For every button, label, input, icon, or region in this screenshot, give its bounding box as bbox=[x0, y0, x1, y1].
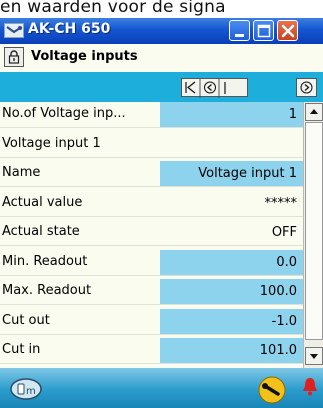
next-icon bbox=[300, 81, 313, 94]
parameter-label: Max. Readout bbox=[2, 283, 92, 298]
scroll-thumb[interactable] bbox=[305, 122, 323, 340]
minimize-icon bbox=[235, 34, 244, 37]
parameter-row[interactable]: Cut out -1.0 bbox=[0, 308, 303, 335]
window-title: AK-CH 650 bbox=[28, 21, 111, 37]
parameter-value-field[interactable]: 100.0 bbox=[160, 279, 303, 304]
parameter-label: No.of Voltage inp... bbox=[2, 106, 126, 121]
title-bar[interactable]: AK-CH 650 bbox=[0, 18, 323, 44]
scroll-up-button[interactable] bbox=[305, 103, 323, 121]
parameter-row: Voltage input 1 bbox=[0, 132, 303, 158]
service-wrench-icon[interactable] bbox=[257, 375, 287, 405]
parameter-row[interactable]: Cut in 101.0 bbox=[0, 338, 303, 364]
scroll-down-button[interactable] bbox=[305, 347, 323, 365]
minimize-button[interactable] bbox=[229, 20, 250, 41]
scrollbar[interactable] bbox=[303, 102, 323, 368]
toolbar: Voltage inputs bbox=[0, 44, 323, 72]
parameter-label: Actual state bbox=[2, 224, 80, 239]
lock-button[interactable] bbox=[4, 47, 24, 67]
parameter-list: No.of Voltage inp... 1 Voltage input 1 Name… bbox=[0, 102, 303, 368]
app-icon bbox=[4, 23, 24, 38]
previous-icon[interactable] bbox=[201, 79, 219, 96]
alarm-bell-icon[interactable] bbox=[301, 377, 319, 397]
parameter-row: Actual state OFF bbox=[0, 220, 303, 246]
arrow-up-icon bbox=[310, 109, 318, 114]
operator-icon[interactable]: m bbox=[9, 377, 43, 401]
parameter-row[interactable]: Max. Readout 100.0 bbox=[0, 279, 303, 305]
parameter-row[interactable]: Min. Readout 0.0 bbox=[0, 249, 303, 276]
svg-text:m: m bbox=[26, 386, 36, 397]
app-window: AK-CH 650 Voltage inputs No.of Voltage i… bbox=[0, 18, 323, 408]
first-icon[interactable] bbox=[182, 79, 200, 96]
maximize-icon bbox=[257, 24, 271, 38]
navigation-group bbox=[181, 78, 248, 98]
screen-title: Voltage inputs bbox=[31, 49, 138, 64]
parameter-value-field[interactable]: -1.0 bbox=[160, 308, 303, 334]
parameter-label: Min. Readout bbox=[2, 253, 88, 269]
parameter-label: Actual value bbox=[2, 194, 83, 210]
parameter-value: OFF bbox=[271, 225, 297, 240]
close-button[interactable] bbox=[277, 20, 298, 41]
status-bar: m bbox=[0, 368, 323, 408]
parameter-row[interactable]: Name Voltage input 1 bbox=[0, 161, 303, 187]
parameter-label: Name bbox=[2, 165, 41, 180]
parameter-label: Cut out bbox=[2, 312, 50, 328]
parameter-value-field[interactable]: 0.0 bbox=[160, 249, 303, 275]
parameter-value-field[interactable]: Voltage input 1 bbox=[160, 161, 303, 186]
parameter-value-field[interactable]: 1 bbox=[160, 102, 303, 127]
parameter-value-field[interactable]: 101.0 bbox=[160, 338, 303, 363]
caption-text: en waarden voor de signa bbox=[0, 0, 226, 17]
parameter-label: Cut in bbox=[2, 342, 41, 357]
parameter-value: ***** bbox=[264, 195, 298, 211]
close-icon bbox=[281, 24, 295, 38]
navigation-bar bbox=[0, 72, 323, 102]
parameter-row[interactable]: No.of Voltage inp... 1 bbox=[0, 102, 303, 128]
parameter-row: Actual value ***** bbox=[0, 191, 303, 217]
parameter-label: Voltage input 1 bbox=[2, 135, 101, 151]
padlock-icon bbox=[8, 50, 20, 64]
next-button[interactable] bbox=[296, 78, 317, 97]
maximize-button[interactable] bbox=[253, 20, 274, 41]
arrow-down-icon bbox=[310, 354, 318, 359]
